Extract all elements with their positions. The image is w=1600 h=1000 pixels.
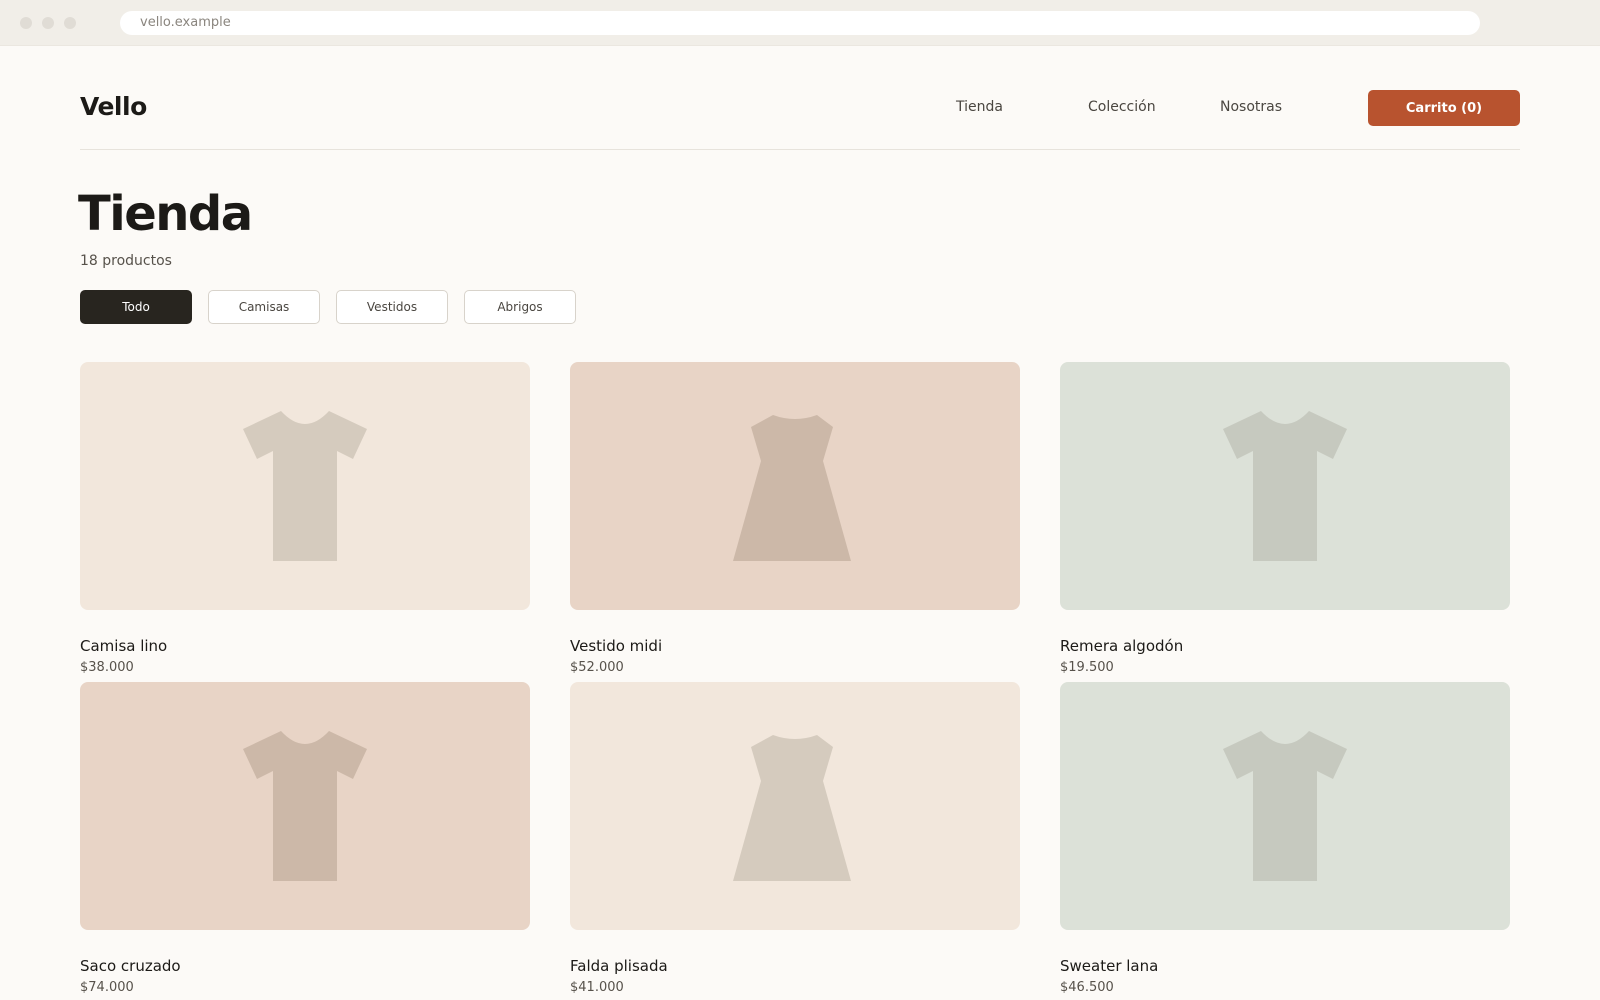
dress-icon — [733, 735, 851, 881]
product-image[interactable] — [1060, 682, 1510, 930]
product-card[interactable]: Remera algodón $19.500 — [1060, 362, 1510, 675]
shirt-icon — [1223, 731, 1347, 881]
product-price: $41.000 — [570, 980, 624, 995]
shirt-icon — [243, 411, 367, 561]
cart-button[interactable]: Carrito (0) — [1368, 90, 1520, 126]
browser-toolbar: vello.example — [0, 0, 1600, 46]
product-price: $52.000 — [570, 660, 624, 675]
product-price: $46.500 — [1060, 980, 1114, 995]
shirt-icon — [1223, 411, 1347, 561]
product-card[interactable]: Sweater lana $46.500 — [1060, 682, 1510, 995]
window-maximize-dot[interactable] — [64, 17, 76, 29]
dress-icon — [733, 415, 851, 561]
product-card[interactable]: Vestido midi $52.000 — [570, 362, 1020, 675]
window-minimize-dot[interactable] — [42, 17, 54, 29]
product-image[interactable] — [1060, 362, 1510, 610]
product-image[interactable] — [570, 682, 1020, 930]
product-image[interactable] — [570, 362, 1020, 610]
header-divider — [80, 149, 1520, 150]
filter-abrigos[interactable]: Abrigos — [464, 290, 576, 324]
product-name[interactable]: Vestido midi — [570, 637, 1020, 655]
filter-todo[interactable]: Todo — [80, 290, 192, 324]
product-name[interactable]: Saco cruzado — [80, 957, 530, 975]
product-card[interactable]: Camisa lino $38.000 — [80, 362, 530, 675]
product-name[interactable]: Falda plisada — [570, 957, 1020, 975]
nav-link-coleccion[interactable]: Colección — [1088, 99, 1156, 115]
nav-link-tienda[interactable]: Tienda — [956, 99, 1003, 115]
product-image[interactable] — [80, 682, 530, 930]
filter-vestidos[interactable]: Vestidos — [336, 290, 448, 324]
product-image[interactable] — [80, 362, 530, 610]
product-card[interactable]: Falda plisada $41.000 — [570, 682, 1020, 995]
product-card[interactable]: Saco cruzado $74.000 — [80, 682, 530, 995]
shirt-icon — [243, 731, 367, 881]
product-price: $74.000 — [80, 980, 134, 995]
filter-camisas[interactable]: Camisas — [208, 290, 320, 324]
product-name[interactable]: Camisa lino — [80, 637, 530, 655]
site-logo[interactable]: Vello — [80, 92, 147, 121]
product-price: $38.000 — [80, 660, 134, 675]
product-name[interactable]: Remera algodón — [1060, 637, 1510, 655]
nav-link-nosotras[interactable]: Nosotras — [1220, 99, 1282, 115]
product-count: 18 productos — [80, 253, 172, 269]
page-title: Tienda — [78, 186, 253, 242]
window-close-dot[interactable] — [20, 17, 32, 29]
address-bar[interactable]: vello.example — [120, 11, 1480, 35]
product-name[interactable]: Sweater lana — [1060, 957, 1510, 975]
product-price: $19.500 — [1060, 660, 1114, 675]
